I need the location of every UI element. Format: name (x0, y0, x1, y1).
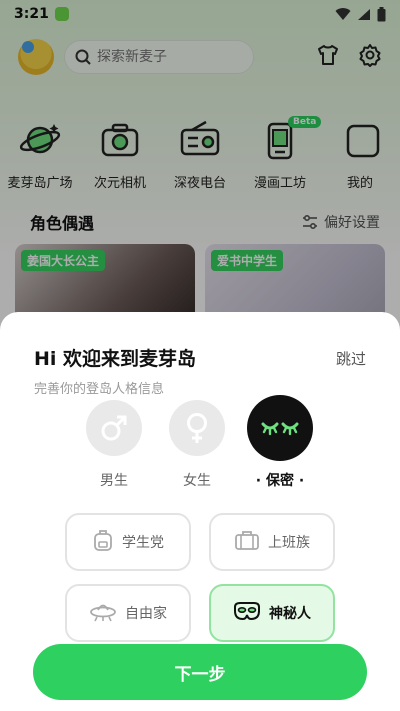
gender-label-male: 男生 (100, 473, 128, 489)
closed-eyes-icon (247, 395, 313, 461)
briefcase-icon (234, 529, 260, 555)
mask-icon (233, 601, 261, 625)
gender-label-female: 女生 (183, 473, 211, 489)
sheet-title: Hi 欢迎来到麦芽岛 (34, 348, 197, 370)
ufo-icon (89, 600, 117, 626)
onboarding-sheet: Hi 欢迎来到麦芽岛 跳过 完善你的登岛人格信息 男生 女生 · 保密 · 学生… (0, 312, 400, 711)
role-label-freelancer: 自由家 (125, 606, 167, 622)
male-icon (86, 400, 142, 456)
role-option-student[interactable]: 学生党 (65, 513, 191, 571)
female-icon (169, 400, 225, 456)
skip-button[interactable]: 跳过 (336, 348, 366, 369)
role-label-office-worker: 上班族 (268, 535, 310, 551)
gender-options: 男生 女生 · 保密 · (86, 395, 313, 490)
role-option-mystery[interactable]: 神秘人 (209, 584, 335, 642)
backpack-icon (92, 528, 114, 556)
gender-option-secret[interactable]: · 保密 · (247, 395, 313, 490)
gender-option-female[interactable]: 女生 (169, 400, 225, 490)
gender-option-male[interactable]: 男生 (86, 400, 142, 490)
role-label-mystery: 神秘人 (269, 606, 311, 622)
sheet-subtitle: 完善你的登岛人格信息 (34, 382, 165, 397)
role-option-freelancer[interactable]: 自由家 (65, 584, 191, 642)
gender-label-secret: · 保密 · (255, 473, 305, 489)
role-label-student: 学生党 (122, 535, 164, 551)
next-step-button[interactable]: 下一步 (33, 644, 367, 700)
role-option-office-worker[interactable]: 上班族 (209, 513, 335, 571)
